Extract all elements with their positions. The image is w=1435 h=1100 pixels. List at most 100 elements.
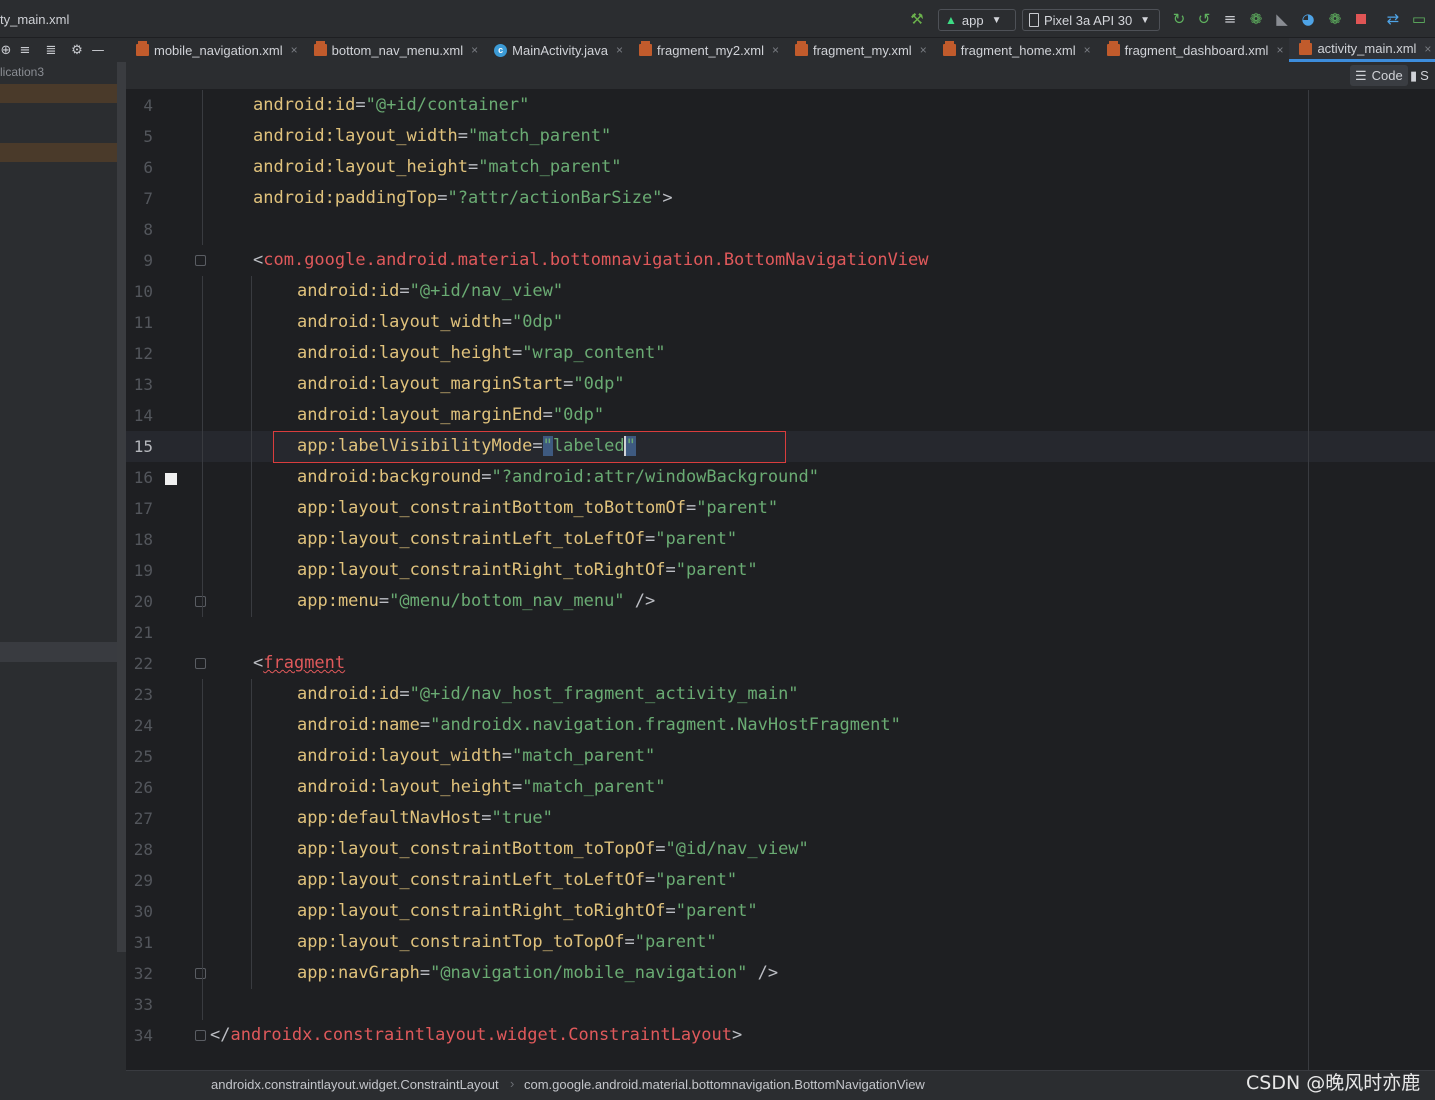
project-scrollbar[interactable]: [117, 62, 126, 952]
tab-fragment-my2-xml[interactable]: fragment_my2.xml ×: [629, 38, 785, 62]
code-line[interactable]: android:id="@+id/nav_view": [297, 276, 563, 307]
build-hammer-icon[interactable]: ⚒: [907, 9, 927, 29]
tab-fragment-my-xml[interactable]: fragment_my.xml ×: [785, 38, 933, 62]
code-token: =: [419, 715, 431, 735]
code-token: "@menu/bottom_nav_menu": [389, 591, 625, 611]
close-icon[interactable]: ×: [920, 43, 927, 57]
expand-all-icon[interactable]: ≡: [12, 43, 38, 58]
lines-icon: ☰: [1355, 67, 1367, 83]
fold-toggle-icon[interactable]: [195, 1030, 206, 1041]
split-view-button[interactable]: ▮ S: [1410, 65, 1429, 86]
tab-bottom-nav-menu-xml[interactable]: bottom_nav_menu.xml ×: [304, 38, 485, 62]
close-icon[interactable]: ×: [1084, 43, 1091, 57]
target-icon[interactable]: ⊕: [0, 43, 12, 58]
code-line[interactable]: app:layout_constraintLeft_toLeftOf="pare…: [297, 865, 737, 896]
code-line[interactable]: android:paddingTop="?attr/actionBarSize"…: [253, 183, 673, 214]
line-number: 7: [143, 189, 153, 208]
sync-gradle-icon[interactable]: ⇄: [1383, 9, 1403, 29]
tab-fragment-dashboard-xml[interactable]: fragment_dashboard.xml ×: [1097, 38, 1290, 62]
collapse-all-icon[interactable]: ≣: [38, 43, 64, 58]
code-editor[interactable]: 4 5 6 7 8 9 10 11 12 13 14 15 16 17 18 19 20 21 22 23 24 25 26…: [126, 90, 1435, 1070]
code-line[interactable]: app:layout_constraintBottom_toBottomOf="…: [297, 493, 778, 524]
code-token: "?android:attr/windowBackground": [491, 467, 819, 487]
device-manager-icon[interactable]: ▭: [1409, 9, 1429, 29]
code-token: =: [481, 808, 492, 828]
code-line[interactable]: android:layout_width="0dp": [297, 307, 563, 338]
code-line[interactable]: android:layout_marginEnd="0dp": [297, 400, 604, 431]
coverage-icon[interactable]: ❁: [1325, 9, 1345, 29]
code-line[interactable]: android:name="androidx.navigation.fragme…: [297, 710, 901, 741]
indent-guide: [202, 276, 203, 617]
code-token: >: [662, 188, 673, 208]
code-token: =: [437, 188, 448, 208]
code-line[interactable]: app:navGraph="@navigation/mobile_navigat…: [297, 958, 778, 989]
tree-row-selected[interactable]: [0, 642, 118, 662]
code-line[interactable]: android:layout_height="match_parent": [297, 772, 665, 803]
tab-mainactivity-java[interactable]: c MainActivity.java ×: [484, 38, 629, 62]
breadcrumb-item[interactable]: com.google.android.material.bottomnaviga…: [524, 1077, 925, 1092]
fold-toggle-icon[interactable]: [195, 596, 206, 607]
code-line[interactable]: android:layout_height="match_parent": [253, 152, 621, 183]
code-token: "@+id/nav_view": [409, 281, 564, 301]
code-line[interactable]: </androidx.constraintlayout.widget.Const…: [210, 1020, 742, 1051]
code-line[interactable]: app:menu="@menu/bottom_nav_menu" />: [297, 586, 655, 617]
run-config-label: app: [961, 12, 984, 28]
code-token: =: [501, 312, 512, 332]
tab-fragment-home-xml[interactable]: fragment_home.xml ×: [933, 38, 1097, 62]
code-token: android:id: [297, 281, 400, 301]
debug-icon[interactable]: ❁: [1246, 9, 1266, 29]
code-line[interactable]: android:background="?android:attr/window…: [297, 462, 819, 493]
xml-file-icon: [794, 41, 808, 56]
gear-icon[interactable]: ⚙: [64, 43, 90, 58]
code-line[interactable]: app:defaultNavHost="true": [297, 803, 553, 834]
code-line[interactable]: android:layout_width="match_parent": [253, 121, 611, 152]
attach-debugger-icon[interactable]: ◣: [1272, 9, 1292, 29]
device-select[interactable]: Pixel 3a API 30 ▼: [1022, 9, 1160, 31]
close-icon[interactable]: ×: [1276, 43, 1283, 57]
minimize-icon[interactable]: —: [90, 43, 106, 58]
code-line[interactable]: android:layout_marginStart="0dp": [297, 369, 625, 400]
profile-icon[interactable]: ◕: [1298, 9, 1318, 29]
apply-code-changes-icon[interactable]: ≡: [1220, 9, 1240, 29]
run-config-select[interactable]: ▲ app ▼: [938, 9, 1016, 31]
code-line[interactable]: app:layout_constraintTop_toTopOf="parent…: [297, 927, 717, 958]
tab-label: fragment_my2.xml: [657, 42, 764, 58]
code-line[interactable]: app:layout_constraintBottom_toTopOf="@id…: [297, 834, 809, 865]
code-token: "@+id/container": [365, 95, 530, 115]
close-icon[interactable]: ×: [1424, 42, 1431, 56]
tree-row-highlighted[interactable]: [0, 143, 118, 162]
code-view-button[interactable]: ☰ Code: [1350, 65, 1408, 86]
fold-toggle-icon[interactable]: [195, 968, 206, 979]
code-line[interactable]: android:id="@+id/nav_host_fragment_activ…: [297, 679, 799, 710]
rerun-icon[interactable]: ↻: [1169, 9, 1189, 29]
stop-icon[interactable]: [1351, 9, 1371, 29]
code-line[interactable]: app:layout_constraintRight_toRightOf="pa…: [297, 555, 758, 586]
fold-toggle-icon[interactable]: [195, 255, 206, 266]
fold-toggle-icon[interactable]: [195, 658, 206, 669]
breadcrumb-item[interactable]: androidx.constraintlayout.widget.Constra…: [211, 1077, 499, 1092]
tab-activity-main-xml[interactable]: activity_main.xml ×: [1289, 38, 1435, 62]
code-line[interactable]: android:id="@+id/container": [253, 90, 529, 121]
tab-mobile-navigation-xml[interactable]: mobile_navigation.xml ×: [126, 38, 304, 62]
chevron-down-icon: ▼: [991, 14, 1002, 26]
tree-row-highlighted[interactable]: [0, 84, 118, 103]
project-tree-root[interactable]: lication3: [0, 65, 44, 79]
close-icon[interactable]: ×: [471, 43, 478, 57]
code-line[interactable]: <fragment: [253, 648, 345, 679]
code-line[interactable]: app:layout_constraintRight_toRightOf="pa…: [297, 896, 758, 927]
code-line[interactable]: app:layout_constraintLeft_toLeftOf="pare…: [297, 524, 737, 555]
gutter-color-preview[interactable]: [165, 473, 177, 485]
code-line[interactable]: android:layout_width="match_parent": [297, 741, 655, 772]
code-line[interactable]: android:layout_height="wrap_content": [297, 338, 665, 369]
java-class-icon: c: [494, 43, 508, 57]
line-number: 23: [133, 685, 153, 704]
close-icon[interactable]: ×: [772, 43, 779, 57]
code-line[interactable]: <com.google.android.material.bottomnavig…: [253, 245, 929, 276]
code-token: />: [747, 963, 779, 983]
close-icon[interactable]: ×: [291, 43, 298, 57]
code-token: fragment: [263, 653, 346, 673]
line-number: 29: [133, 871, 153, 890]
apply-changes-icon[interactable]: ↺: [1194, 9, 1214, 29]
line-gutter[interactable]: 4 5 6 7 8 9 10 11 12 13 14 15 16 17 18 19 20 21 22 23 24 25 26…: [126, 90, 210, 1070]
close-icon[interactable]: ×: [616, 43, 623, 57]
